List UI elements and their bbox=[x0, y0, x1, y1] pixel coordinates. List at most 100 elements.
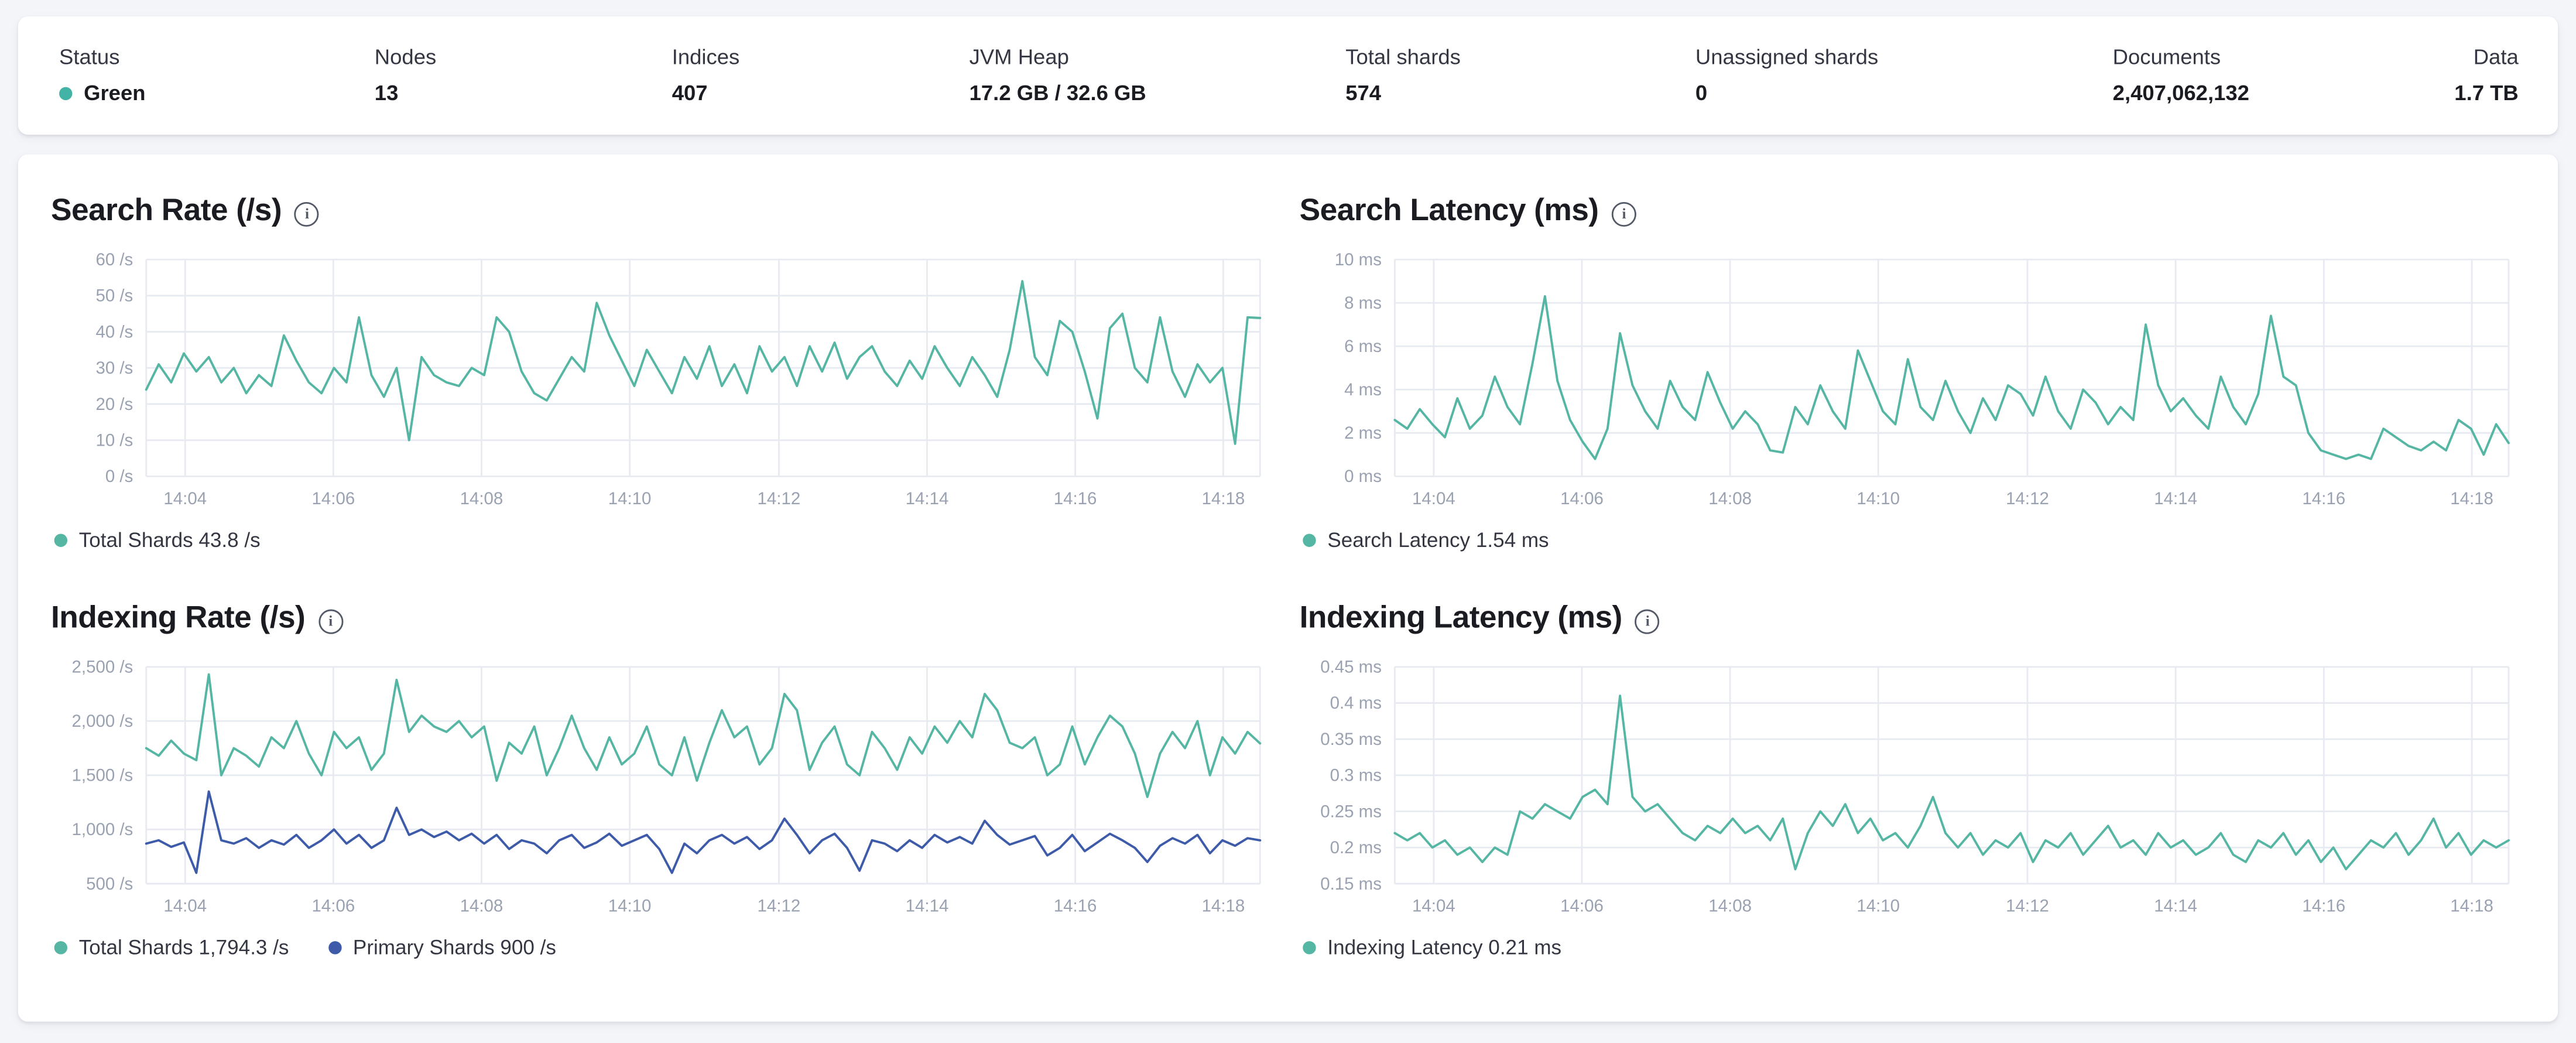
x-tick-label: 14:12 bbox=[2006, 489, 2049, 508]
y-tick-label: 40 /s bbox=[95, 322, 133, 341]
x-tick-label: 14:08 bbox=[460, 489, 503, 508]
chart-indexing-latency: Indexing Latency (ms) i 0.15 ms 0.2 ms 0.2… bbox=[1300, 601, 2519, 959]
y-tick-label: 8 ms bbox=[1344, 293, 1382, 313]
x-tick-label: 14:08 bbox=[1708, 897, 1752, 916]
legend-dot bbox=[54, 534, 68, 547]
legend-label: Primary Shards 900 /s bbox=[352, 936, 556, 959]
status-health-dot bbox=[59, 86, 73, 100]
cluster-summary-bar: Status Green Nodes 13 Indices 407 JVM He… bbox=[18, 16, 2558, 135]
indexing-latency-chart[interactable]: 0.15 ms 0.2 ms 0.25 ms 0.3 ms 0.35 ms 0.4 ms 0… bbox=[1300, 651, 2519, 920]
y-tick-label: 0.45 ms bbox=[1320, 658, 1382, 677]
stat-label: Nodes bbox=[374, 44, 437, 69]
x-tick-label: 14:14 bbox=[2154, 897, 2197, 916]
y-tick-label: 500 /s bbox=[86, 874, 133, 894]
series-line bbox=[145, 790, 1262, 874]
x-tick-label: 14:04 bbox=[1412, 897, 1455, 916]
x-tick-label: 14:18 bbox=[1202, 489, 1245, 508]
stat-label: JVM Heap bbox=[969, 44, 1069, 69]
x-tick-label: 14:16 bbox=[2302, 489, 2345, 508]
stat-label: Unassigned shards bbox=[1695, 44, 1879, 69]
y-tick-label: 0.2 ms bbox=[1330, 838, 1382, 857]
stat-data: Data 1.7 TB bbox=[2454, 45, 2518, 105]
y-tick-label: 10 /s bbox=[95, 430, 133, 450]
x-tick-label: 14:04 bbox=[1412, 489, 1455, 508]
stat-value: 1.7 TB bbox=[2454, 80, 2519, 105]
info-icon[interactable]: i bbox=[1635, 608, 1660, 634]
stat-unassigned-shards: Unassigned shards 0 bbox=[1695, 45, 1878, 105]
x-tick-label: 14:12 bbox=[2006, 897, 2049, 916]
legend-dot bbox=[1303, 941, 1316, 955]
chart-search-rate: Search Rate (/s) i 0 /s 10 /s 20 /s 30 /s 40… bbox=[51, 194, 1270, 552]
stat-label: Total shards bbox=[1345, 44, 1461, 69]
stat-label: Status bbox=[59, 44, 120, 69]
y-tick-label: 1,000 /s bbox=[72, 820, 133, 839]
x-tick-label: 14:10 bbox=[608, 897, 652, 916]
stat-total-shards: Total shards 574 bbox=[1345, 45, 1461, 105]
search-latency-chart[interactable]: 0 ms 2 ms 4 ms 6 ms 8 ms 10 ms 14:04 14:06 14:08… bbox=[1300, 243, 2519, 512]
stat-label: Indices bbox=[672, 44, 740, 69]
series-line bbox=[145, 280, 1262, 445]
chart-legend: Total Shards 1,794.3 /s Primary Shards 90… bbox=[51, 936, 1270, 959]
charts-grid: Search Rate (/s) i 0 /s 10 /s 20 /s 30 /s 40… bbox=[18, 155, 2558, 1002]
stat-value: 407 bbox=[672, 80, 708, 105]
y-tick-label: 0.3 ms bbox=[1330, 766, 1382, 785]
chart-title: Search Rate (/s) bbox=[50, 193, 282, 228]
x-tick-label: 14:06 bbox=[1560, 897, 1604, 916]
legend-item[interactable]: Total Shards 1,794.3 /s bbox=[54, 936, 289, 959]
y-tick-label: 2,000 /s bbox=[72, 712, 133, 731]
stat-value: 0 bbox=[1695, 80, 1708, 105]
x-tick-label: 14:06 bbox=[1560, 489, 1604, 508]
x-tick-label: 14:10 bbox=[608, 489, 652, 508]
x-tick-label: 14:08 bbox=[1708, 489, 1752, 508]
x-tick-label: 14:14 bbox=[2154, 489, 2197, 508]
x-tick-label: 14:18 bbox=[2450, 489, 2493, 508]
stat-value: 2,407,062,132 bbox=[2112, 80, 2249, 105]
info-icon[interactable]: i bbox=[294, 201, 320, 226]
chart-legend: Total Shards 43.8 /s bbox=[51, 529, 1270, 552]
legend-label: Total Shards 1,794.3 /s bbox=[78, 936, 289, 959]
stat-indices: Indices 407 bbox=[672, 45, 740, 105]
y-tick-label: 50 /s bbox=[95, 286, 133, 306]
stat-label: Documents bbox=[2112, 44, 2221, 69]
page-root: Status Green Nodes 13 Indices 407 JVM He… bbox=[0, 0, 2576, 1043]
chart-indexing-rate: Indexing Rate (/s) i 500 /s 1,000 /s 1,500… bbox=[51, 601, 1270, 959]
metrics-panel: Search Rate (/s) i 0 /s 10 /s 20 /s 30 /s 40… bbox=[18, 154, 2558, 1022]
legend-dot bbox=[54, 941, 68, 955]
stat-documents: Documents 2,407,062,132 bbox=[2113, 45, 2249, 105]
legend-item[interactable]: Total Shards 43.8 /s bbox=[54, 529, 261, 552]
y-tick-label: 60 /s bbox=[95, 250, 133, 269]
legend-item[interactable]: Search Latency 1.54 ms bbox=[1303, 529, 1549, 552]
y-tick-label: 6 ms bbox=[1344, 337, 1382, 356]
chart-search-latency: Search Latency (ms) i 0 ms 2 ms 4 ms 6 ms 8 … bbox=[1300, 194, 2519, 552]
search-rate-chart[interactable]: 0 /s 10 /s 20 /s 30 /s 40 /s 50 /s 60 /s 14:04 1… bbox=[51, 243, 1270, 512]
x-tick-label: 14:10 bbox=[1856, 897, 1900, 916]
x-tick-label: 14:18 bbox=[2450, 897, 2493, 916]
legend-label: Indexing Latency 0.21 ms bbox=[1327, 936, 1562, 959]
legend-item[interactable]: Indexing Latency 0.21 ms bbox=[1303, 936, 1561, 959]
y-tick-label: 0 /s bbox=[105, 467, 133, 486]
stat-status: Status Green bbox=[59, 45, 146, 105]
x-tick-label: 14:06 bbox=[312, 489, 355, 508]
x-tick-label: 14:16 bbox=[1054, 489, 1097, 508]
y-tick-label: 2 ms bbox=[1344, 423, 1382, 443]
x-tick-label: 14:14 bbox=[906, 489, 949, 508]
stat-value: 17.2 GB / 32.6 GB bbox=[969, 80, 1146, 105]
legend-label: Search Latency 1.54 ms bbox=[1327, 529, 1549, 552]
stat-value: Green bbox=[84, 80, 146, 105]
y-tick-label: 0.15 ms bbox=[1320, 874, 1382, 894]
info-icon[interactable]: i bbox=[1611, 201, 1637, 226]
indexing-rate-chart[interactable]: 500 /s 1,000 /s 1,500 /s 2,000 /s 2,500 /s 14… bbox=[51, 651, 1270, 920]
legend-item[interactable]: Primary Shards 900 /s bbox=[328, 936, 556, 959]
y-tick-label: 4 ms bbox=[1344, 380, 1382, 399]
chart-title: Search Latency (ms) bbox=[1299, 193, 1599, 228]
y-tick-label: 0 ms bbox=[1344, 467, 1382, 486]
y-tick-label: 20 /s bbox=[95, 395, 133, 414]
info-icon[interactable]: i bbox=[318, 608, 343, 634]
y-tick-label: 0.25 ms bbox=[1320, 802, 1382, 821]
chart-legend: Indexing Latency 0.21 ms bbox=[1300, 936, 2519, 959]
x-tick-label: 14:12 bbox=[758, 489, 801, 508]
chart-title: Indexing Latency (ms) bbox=[1299, 601, 1623, 636]
y-tick-label: 30 /s bbox=[95, 358, 133, 378]
x-tick-label: 14:04 bbox=[163, 489, 207, 508]
stat-value: 574 bbox=[1345, 80, 1382, 105]
